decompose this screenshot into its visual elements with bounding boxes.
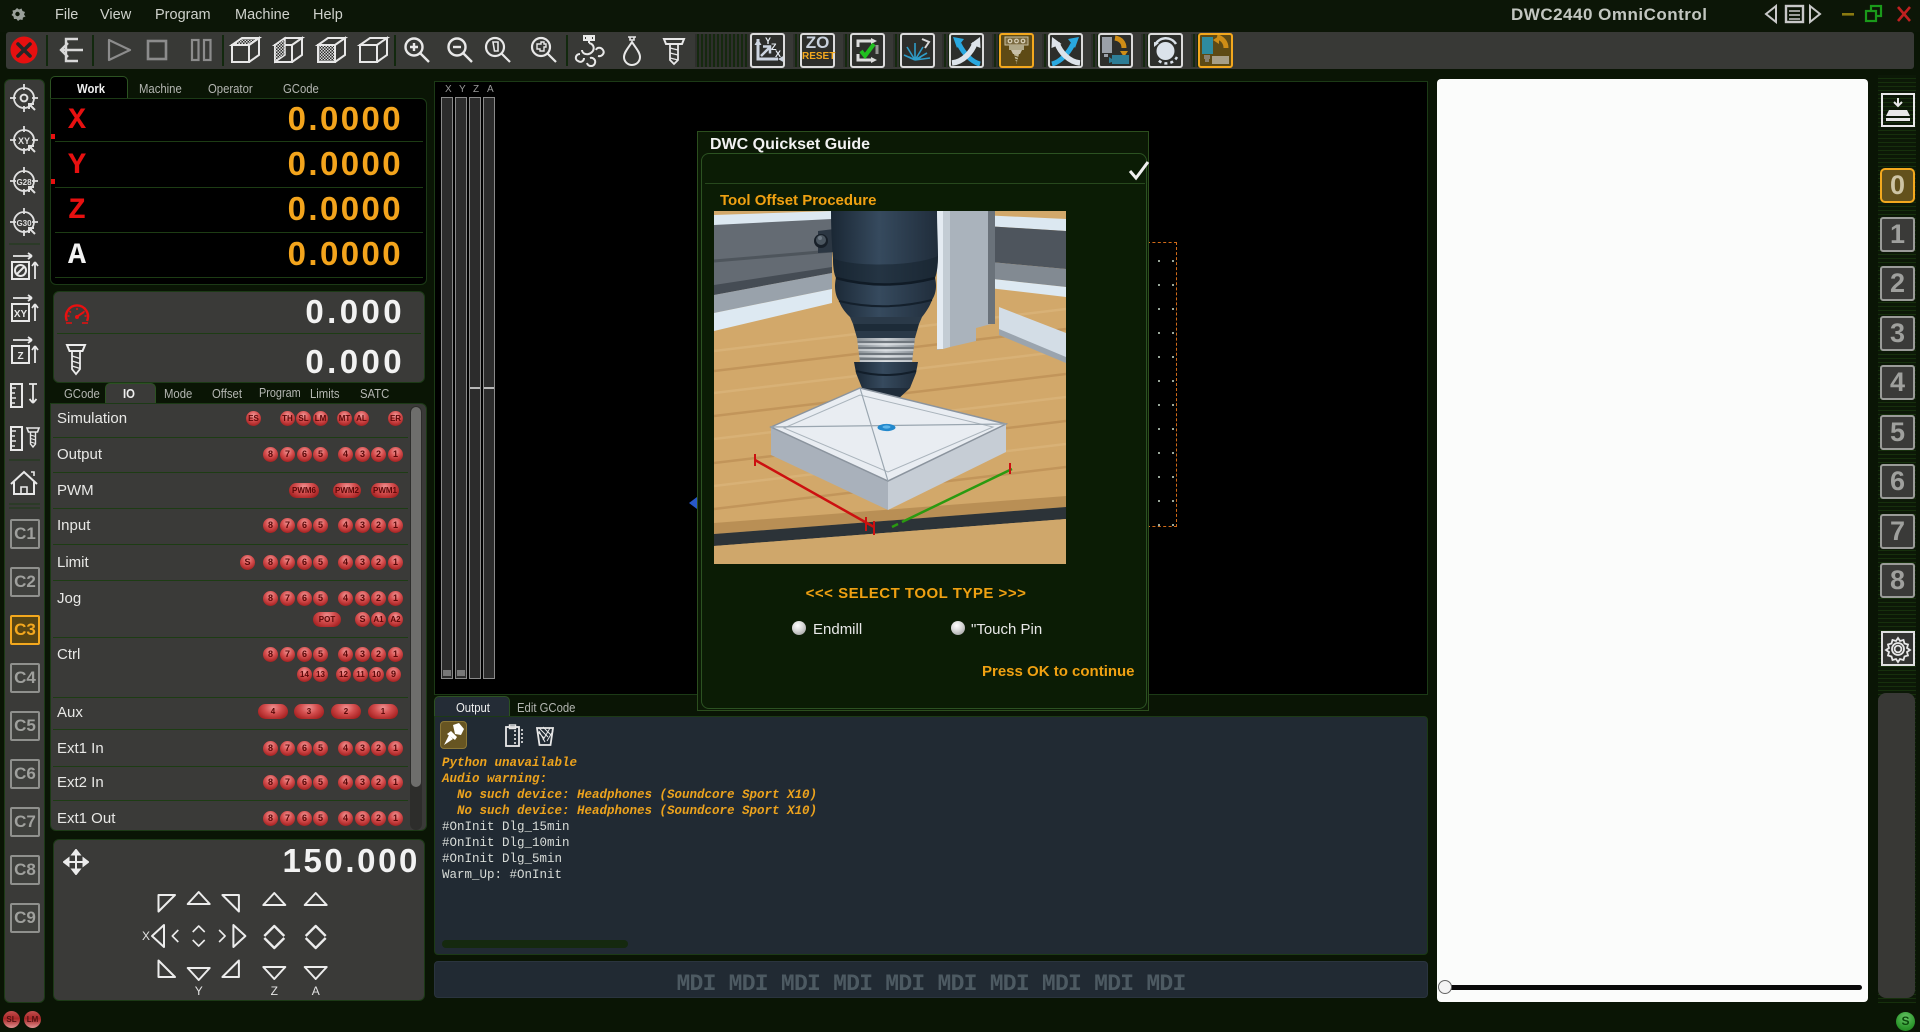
svg-text:Z: Z: [17, 351, 23, 362]
svg-text:A: A: [312, 984, 320, 998]
svg-text:X: X: [142, 929, 150, 943]
svg-text:Z: Z: [271, 984, 278, 998]
svg-text:G28: G28: [16, 178, 32, 187]
svg-text:X: X: [775, 49, 781, 59]
svg-text:G30: G30: [16, 219, 32, 228]
svg-text:XY: XY: [18, 136, 30, 146]
svg-text:XY: XY: [14, 309, 28, 320]
svg-text:Y: Y: [195, 984, 203, 998]
